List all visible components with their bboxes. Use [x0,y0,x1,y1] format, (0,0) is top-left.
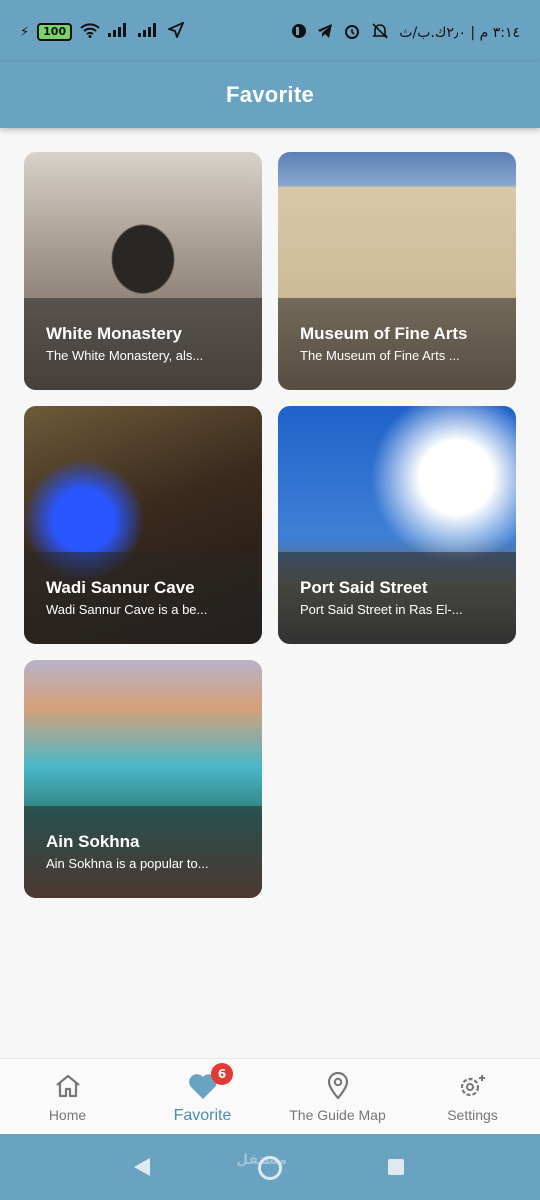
nav-item-settings[interactable]: Settings [405,1059,540,1134]
favorite-card-wadi-sannur-cave[interactable]: Wadi Sannur Cave Wadi Sannur Cave is a b… [24,406,262,644]
nav-item-home[interactable]: Home [0,1059,135,1134]
card-description: The White Monastery, als... [46,348,204,363]
battery-indicator: 100 [37,23,73,41]
status-left: ⚡ 100 [20,21,185,42]
nav-item-guide-map[interactable]: The Guide Map [270,1059,405,1134]
card-title: Port Said Street [300,578,428,597]
recent-apps-icon[interactable] [388,1159,404,1175]
page-title: Favorite [226,82,314,107]
charging-icon: ⚡ [20,24,30,40]
system-navigation-bar: مستقل [0,1134,540,1200]
nav-label-home: Home [48,1107,87,1123]
back-icon[interactable] [134,1158,150,1176]
battery-level: 100 [37,23,73,41]
signal-icon-2 [138,23,160,41]
nav-label-guide-map: The Guide Map [289,1107,386,1123]
card-description: Port Said Street in Ras El-... [300,602,463,617]
favorites-grid: White Monastery The White Monastery, als… [24,152,516,898]
bottom-navigation: Home 6 Favorite The Guide Map Settings [0,1058,540,1134]
app-bar: Favorite [0,62,540,128]
card-title: White Monastery [46,324,183,343]
favorite-card-white-monastery[interactable]: White Monastery The White Monastery, als… [24,152,262,390]
mute-icon [371,22,389,44]
card-title: Museum of Fine Arts [300,324,468,343]
favorite-card-port-said-street[interactable]: Port Said Street Port Said Street in Ras… [278,406,516,644]
card-overlay [24,552,262,644]
card-description: Ain Sokhna is a popular to... [46,856,209,871]
favorite-card-museum-of-fine-arts[interactable]: Museum of Fine Arts The Museum of Fine A… [278,152,516,390]
telegram-icon [317,23,333,43]
favorite-count-badge: 6 [211,1063,233,1085]
card-overlay [278,552,516,644]
status-bar: ⚡ 100 ٣:١٤ م | ٢٫٠ك.ب/ث [0,0,540,62]
location-pin-icon [323,1071,353,1101]
app-notification-icon [291,23,307,43]
wifi-icon [80,22,100,42]
favorite-card-ain-sokhna[interactable]: Ain Sokhna Ain Sokhna is a popular to... [24,660,262,898]
card-title: Wadi Sannur Cave [46,578,195,597]
nav-label-favorite: Favorite [173,1107,232,1124]
nav-label-settings: Settings [447,1107,498,1123]
nav-item-favorite[interactable]: 6 Favorite [135,1059,270,1134]
signal-icon [108,23,130,41]
card-title: Ain Sokhna [46,832,140,851]
card-description: Wadi Sannur Cave is a be... [46,602,208,617]
settings-gear-icon [458,1071,488,1101]
card-overlay [24,806,262,898]
card-description: The Museum of Fine Arts ... [300,348,460,363]
status-right: ٣:١٤ م | ٢٫٠ك.ب/ث [291,22,520,44]
location-arrow-icon [166,21,185,42]
home-icon [53,1071,83,1101]
alarm-icon [343,22,361,44]
card-overlay [278,298,516,390]
status-time: ٣:١٤ م | ٢٫٠ك.ب/ث [399,25,520,41]
home-circle-icon[interactable] [258,1156,282,1180]
card-overlay [24,298,262,390]
